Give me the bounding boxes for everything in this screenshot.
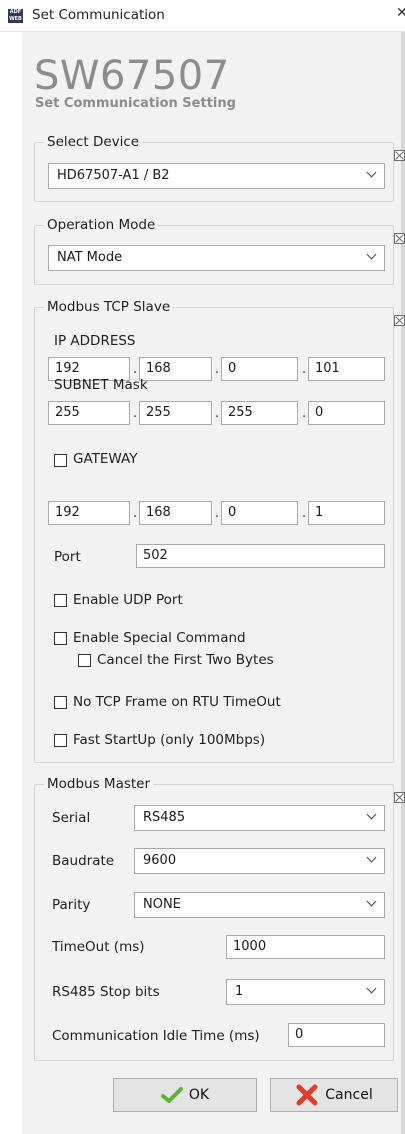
port-label: Port <box>54 549 81 565</box>
stop-bits-label: RS485 Stop bits <box>52 984 160 1000</box>
select-device-collapse-icon[interactable] <box>394 150 405 161</box>
ip-separator: . <box>302 362 307 377</box>
timeout-label: TimeOut (ms) <box>52 939 145 955</box>
cancel-label: Cancel <box>325 1087 373 1103</box>
window-title: Set Communication <box>32 7 165 23</box>
cancel-button[interactable]: Cancel <box>270 1078 398 1112</box>
device-select[interactable]: HD67507-A1 / B2 <box>48 163 385 189</box>
parity-label: Parity <box>52 897 91 913</box>
idle-time-input[interactable]: 0 <box>288 1023 385 1047</box>
subnet-octet-2[interactable]: 255 <box>139 401 212 425</box>
ip-octet-2[interactable]: 168 <box>139 357 212 381</box>
gateway-checkbox[interactable] <box>54 454 67 467</box>
cross-icon <box>296 1084 318 1106</box>
stop-bits-select[interactable]: 1 <box>226 979 385 1005</box>
fast-startup-checkbox[interactable] <box>54 734 67 747</box>
parity-select[interactable]: NONE <box>134 892 385 918</box>
ok-button[interactable]: OK <box>113 1078 257 1112</box>
enable-udp-label: Enable UDP Port <box>73 592 183 608</box>
select-device-legend: Select Device <box>47 134 140 150</box>
ip-separator: . <box>133 362 138 377</box>
checkmark-icon <box>160 1087 183 1103</box>
no-tcp-frame-label: No TCP Frame on RTU TimeOut <box>73 694 281 710</box>
brand-title: SW67507 <box>34 53 230 99</box>
baudrate-label: Baudrate <box>52 853 115 869</box>
chevron-down-icon <box>366 983 377 994</box>
parity-value: NONE <box>143 897 181 912</box>
modbus-master-collapse-icon[interactable] <box>394 792 405 803</box>
timeout-input[interactable]: 1000 <box>226 935 385 959</box>
gateway-separator: . <box>302 506 307 521</box>
gateway-octet-1[interactable]: 192 <box>48 501 130 525</box>
subnet-octet-3[interactable]: 255 <box>221 401 298 425</box>
gateway-octet-4[interactable]: 1 <box>308 501 385 525</box>
ip-separator: . <box>215 362 220 377</box>
subnet-separator: . <box>133 406 138 421</box>
special-command-label: Enable Special Command <box>73 630 246 646</box>
no-tcp-frame-checkbox[interactable] <box>54 696 67 709</box>
chevron-down-icon <box>366 896 377 907</box>
serial-label: Serial <box>52 810 91 826</box>
idle-time-label: Communication Idle Time (ms) <box>52 1028 260 1044</box>
baudrate-select[interactable]: 9600 <box>134 848 385 874</box>
chevron-down-icon <box>366 809 377 820</box>
serial-value: RS485 <box>143 810 186 825</box>
gateway-label: GATEWAY <box>73 451 138 467</box>
subnet-separator: . <box>302 406 307 421</box>
special-command-checkbox[interactable] <box>54 632 67 645</box>
brand-subtitle: Set Communication Setting <box>35 96 236 111</box>
serial-select[interactable]: RS485 <box>134 805 385 831</box>
port-input[interactable]: 502 <box>136 544 385 568</box>
gateway-octet-2[interactable]: 168 <box>139 501 212 525</box>
cancel-first-two-checkbox[interactable] <box>78 654 91 667</box>
tcp-slave-collapse-icon[interactable] <box>394 315 405 326</box>
ip-address-label: IP ADDRESS <box>54 333 136 349</box>
operation-mode-collapse-icon[interactable] <box>394 233 405 244</box>
device-select-value: HD67507-A1 / B2 <box>57 168 170 183</box>
stop-bits-value: 1 <box>235 984 244 999</box>
ip-octet-3[interactable]: 0 <box>221 357 298 381</box>
fast-startup-label: Fast StartUp (only 100Mbps) <box>73 732 266 748</box>
subnet-octet-1[interactable]: 255 <box>48 401 130 425</box>
operation-mode-value: NAT Mode <box>57 250 123 265</box>
operation-mode-select[interactable]: NAT Mode <box>48 245 385 271</box>
gateway-octet-3[interactable]: 0 <box>221 501 298 525</box>
gateway-separator: . <box>133 506 138 521</box>
ip-octet-4[interactable]: 101 <box>308 357 385 381</box>
subnet-separator: . <box>215 406 220 421</box>
chevron-down-icon <box>366 167 377 178</box>
ok-label: OK <box>188 1087 210 1103</box>
modbus-master-legend: Modbus Master <box>47 776 151 792</box>
title-bar: ADF WEB Set Communication ✕ <box>0 0 405 32</box>
tcp-slave-legend: Modbus TCP Slave <box>47 299 171 315</box>
enable-udp-checkbox[interactable] <box>54 594 67 607</box>
scrollbar-edge <box>401 32 405 1134</box>
app-logo-icon: ADF WEB <box>8 9 23 23</box>
cancel-first-two-label: Cancel the First Two Bytes <box>97 652 274 668</box>
baudrate-value: 9600 <box>143 853 177 868</box>
operation-mode-legend: Operation Mode <box>47 217 156 233</box>
gateway-separator: . <box>215 506 220 521</box>
subnet-octet-4[interactable]: 0 <box>308 401 385 425</box>
close-icon[interactable]: ✕ <box>396 5 405 21</box>
chevron-down-icon <box>366 852 377 863</box>
chevron-down-icon <box>366 249 377 260</box>
subnet-mask-label: SUBNET Mask <box>54 377 148 393</box>
